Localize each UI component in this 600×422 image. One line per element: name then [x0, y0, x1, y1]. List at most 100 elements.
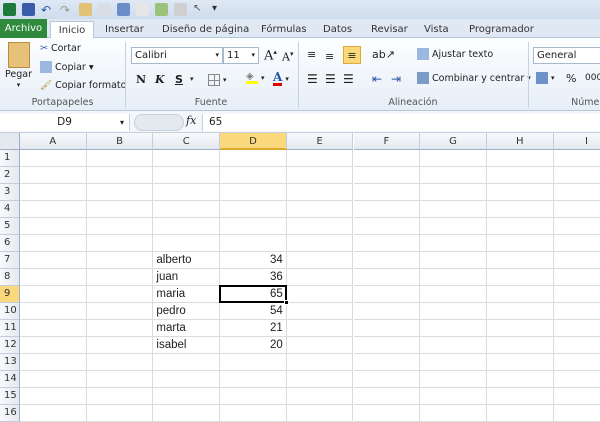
thousands-button[interactable]: 000: [585, 73, 600, 83]
cell-g4[interactable]: [420, 201, 487, 218]
cell-h8[interactable]: [486, 269, 554, 286]
cell-c9[interactable]: maria: [153, 286, 221, 303]
cell-c13[interactable]: [153, 354, 221, 371]
cell-e1[interactable]: [286, 150, 354, 167]
cell-h16[interactable]: [486, 405, 554, 422]
shrink-font-button[interactable]: A▾: [282, 50, 293, 64]
align-bottom-button[interactable]: ≡: [343, 46, 361, 64]
cell-a11[interactable]: [20, 320, 87, 337]
column-header-c[interactable]: C: [153, 133, 221, 150]
tab-vista[interactable]: Vista: [424, 21, 449, 38]
cell-d4[interactable]: [220, 201, 287, 218]
select-icon[interactable]: ↖: [193, 3, 206, 16]
column-header-d[interactable]: D: [220, 133, 287, 150]
cell-c3[interactable]: [153, 184, 221, 201]
cell-d5[interactable]: [220, 218, 287, 235]
cell-f2[interactable]: [353, 167, 421, 184]
row-header-8[interactable]: 8: [0, 269, 20, 286]
formula-input[interactable]: 65: [202, 114, 600, 131]
cell-g11[interactable]: [420, 320, 487, 337]
cell-e8[interactable]: [286, 269, 354, 286]
underline-dropdown[interactable]: ▾: [190, 75, 194, 83]
cell-f3[interactable]: [353, 184, 421, 201]
column-header-h[interactable]: H: [486, 133, 554, 150]
tab-diseno-pagina[interactable]: Diseño de página: [162, 21, 249, 38]
tab-datos[interactable]: Datos: [323, 21, 352, 38]
cell-e11[interactable]: [286, 320, 354, 337]
cell-a2[interactable]: [20, 167, 87, 184]
cell-g12[interactable]: [420, 337, 487, 354]
cell-h11[interactable]: [486, 320, 554, 337]
cell-g15[interactable]: [420, 388, 487, 405]
cell-f4[interactable]: [353, 201, 421, 218]
cell-b5[interactable]: [86, 218, 154, 235]
align-middle-button[interactable]: ≡: [325, 50, 334, 63]
format-painter-button[interactable]: 🖌 Copiar formato: [40, 80, 126, 91]
cell-a13[interactable]: [20, 354, 87, 371]
cell-f9[interactable]: [353, 286, 421, 303]
cell-h5[interactable]: [486, 218, 554, 235]
cell-h6[interactable]: [486, 235, 554, 252]
cell-e6[interactable]: [286, 235, 354, 252]
cell-f5[interactable]: [353, 218, 421, 235]
cell-e16[interactable]: [286, 405, 354, 422]
align-top-button[interactable]: ≡: [307, 48, 316, 61]
cell-a8[interactable]: [20, 269, 87, 286]
cell-b6[interactable]: [86, 235, 154, 252]
cell-a6[interactable]: [20, 235, 87, 252]
cell-f11[interactable]: [353, 320, 421, 337]
tab-inicio[interactable]: Inicio: [50, 21, 94, 38]
font-color-button[interactable]: A ▾: [273, 71, 289, 86]
cell-b10[interactable]: [86, 303, 154, 320]
column-header-i[interactable]: I: [553, 133, 600, 150]
refresh-icon[interactable]: [155, 3, 168, 16]
row-header-16[interactable]: 16: [0, 405, 20, 422]
cell-c1[interactable]: [153, 150, 221, 167]
cell-a10[interactable]: [20, 303, 87, 320]
cell-d1[interactable]: [220, 150, 287, 167]
row-header-7[interactable]: 7: [0, 252, 20, 269]
cell-a15[interactable]: [20, 388, 87, 405]
cell-c14[interactable]: [153, 371, 221, 388]
cell-g16[interactable]: [420, 405, 487, 422]
cell-i6[interactable]: [553, 235, 600, 252]
cell-i7[interactable]: [553, 252, 600, 269]
cell-c12[interactable]: isabel: [153, 337, 221, 354]
cell-g13[interactable]: [420, 354, 487, 371]
row-header-4[interactable]: 4: [0, 201, 20, 218]
fill-handle[interactable]: [283, 300, 289, 305]
cell-i9[interactable]: [553, 286, 600, 303]
cell-h15[interactable]: [486, 388, 554, 405]
cell-b8[interactable]: [86, 269, 154, 286]
cell-b12[interactable]: [86, 337, 154, 354]
copy-button[interactable]: Copiar ▾: [40, 61, 94, 73]
cell-f7[interactable]: [353, 252, 421, 269]
cell-f10[interactable]: [353, 303, 421, 320]
underline-button[interactable]: S: [175, 73, 183, 86]
align-center-button[interactable]: ☰: [325, 72, 336, 86]
cell-c8[interactable]: juan: [153, 269, 221, 286]
column-header-e[interactable]: E: [286, 133, 354, 150]
cell-e13[interactable]: [286, 354, 354, 371]
cell-b15[interactable]: [86, 388, 154, 405]
cell-e12[interactable]: [286, 337, 354, 354]
tab-archivo[interactable]: Archivo: [0, 19, 47, 38]
row-header-10[interactable]: 10: [0, 303, 20, 320]
currency-button[interactable]: ▾: [536, 72, 555, 84]
cell-b11[interactable]: [86, 320, 154, 337]
column-header-f[interactable]: F: [353, 133, 421, 150]
cell-g2[interactable]: [420, 167, 487, 184]
cell-i12[interactable]: [553, 337, 600, 354]
cell-i1[interactable]: [553, 150, 600, 167]
cell-d2[interactable]: [220, 167, 287, 184]
cell-h13[interactable]: [486, 354, 554, 371]
cell-e14[interactable]: [286, 371, 354, 388]
cell-d3[interactable]: [220, 184, 287, 201]
cell-a1[interactable]: [20, 150, 87, 167]
row-header-1[interactable]: 1: [0, 150, 20, 167]
row-header-2[interactable]: 2: [0, 167, 20, 184]
cell-c16[interactable]: [153, 405, 221, 422]
cell-c11[interactable]: marta: [153, 320, 221, 337]
cell-d8[interactable]: 36: [220, 269, 287, 286]
cell-d10[interactable]: 54: [220, 303, 287, 320]
